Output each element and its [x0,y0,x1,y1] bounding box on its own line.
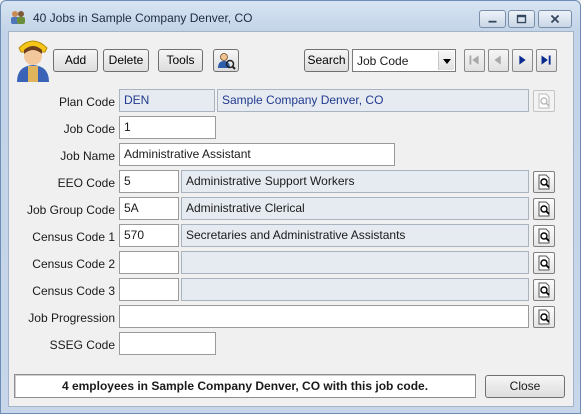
status-bar: 4 employees in Sample Company Denver, CO… [14,374,476,398]
job-progression-input[interactable] [119,305,529,328]
search-button[interactable]: Search [304,49,349,72]
minimize-icon [488,20,497,23]
last-record-icon [541,55,551,65]
eeo-code-description: Administrative Support Workers [181,170,529,193]
census-code-3-label: Census Code 3 [32,284,115,298]
search-field-select[interactable]: Job Code [352,49,456,72]
next-record-icon [519,55,526,65]
sseg-code-label: SSEG Code [49,338,115,352]
census-code-2-input[interactable] [119,251,179,274]
first-record-icon [469,55,479,65]
user-search-icon [218,53,236,70]
tools-button[interactable]: Tools [158,49,203,72]
previous-record-button[interactable] [488,49,509,72]
census-code-2-description [181,251,529,274]
title-bar[interactable]: 40 Jobs in Sample Company Denver, CO [1,1,580,31]
job-progression-label: Job Progression [28,311,115,325]
magnifier-page-icon [538,282,550,298]
people-icon [11,11,25,24]
app-window: 40 Jobs in Sample Company Denver, CO Add… [0,0,581,414]
magnifier-page-icon [538,93,550,109]
maximize-icon [516,14,527,24]
plan-code-label: Plan Code [58,95,115,109]
census-code-2-label: Census Code 2 [32,257,115,271]
add-button[interactable]: Add [53,49,98,72]
magnifier-page-icon [538,255,550,271]
census-code-3-description [181,278,529,301]
minimize-button[interactable] [479,10,506,28]
eeo-code-label: EEO Code [57,176,115,190]
delete-button[interactable]: Delete [103,49,149,72]
census-code-1-description: Secretaries and Administrative Assistant… [181,224,529,247]
job-group-code-lookup-button[interactable] [533,198,555,220]
search-field-value: Job Code [357,54,409,68]
dropdown-arrow[interactable] [438,51,454,70]
census-code-3-input[interactable] [119,278,179,301]
census-code-1-label: Census Code 1 [32,230,115,244]
magnifier-page-icon [538,201,550,217]
job-group-code-description: Administrative Clerical [181,197,529,220]
maximize-button[interactable] [508,10,535,28]
user-lookup-button[interactable] [213,49,239,72]
close-button[interactable]: Close [485,375,565,398]
first-record-button[interactable] [464,49,485,72]
job-group-code-input[interactable]: 5A [119,197,179,220]
job-name-input[interactable]: Administrative Assistant [119,143,395,166]
census-code-3-lookup-button[interactable] [533,279,555,301]
magnifier-page-icon [538,309,550,325]
plan-code-description: Sample Company Denver, CO [217,89,529,112]
sseg-code-input[interactable] [119,332,216,355]
user-avatar-icon [17,40,49,82]
plan-code-lookup-button[interactable] [533,90,555,112]
previous-record-icon [494,55,501,65]
magnifier-page-icon [538,228,550,244]
census-code-1-input[interactable]: 570 [119,224,179,247]
job-code-label: Job Code [63,122,115,136]
job-group-code-label: Job Group Code [26,203,115,217]
job-name-label: Job Name [60,149,115,163]
close-icon [550,14,560,24]
job-code-input[interactable]: 1 [119,116,216,139]
window-title: 40 Jobs in Sample Company Denver, CO [33,11,253,25]
magnifier-page-icon [538,174,550,190]
job-progression-lookup-button[interactable] [533,306,555,328]
next-record-button[interactable] [512,49,533,72]
eeo-code-lookup-button[interactable] [533,171,555,193]
close-window-button[interactable] [538,10,572,28]
chevron-down-icon [443,59,451,64]
last-record-button[interactable] [536,49,557,72]
census-code-2-lookup-button[interactable] [533,252,555,274]
plan-code-field: DEN [119,89,215,112]
census-code-1-lookup-button[interactable] [533,225,555,247]
job-form: Add Delete Tools Search Job Code Plan Co… [8,31,574,407]
eeo-code-input[interactable]: 5 [119,170,179,193]
